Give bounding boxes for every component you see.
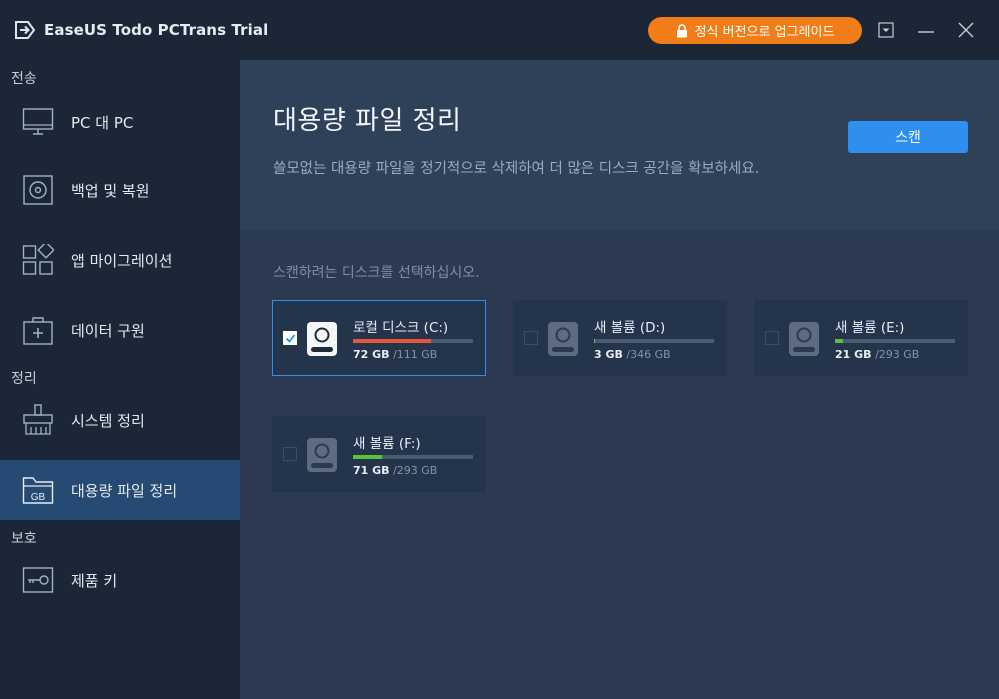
broom-icon <box>23 404 53 435</box>
disk-usage-fill <box>835 339 844 343</box>
disk-card-f[interactable]: 새 볼륨 (F:) 71 GB /293 GB <box>272 416 486 492</box>
hard-drive-icon <box>307 322 337 356</box>
apps-grid-icon <box>22 244 54 275</box>
first-aid-kit-icon <box>23 317 53 345</box>
disk-usage-bar <box>353 455 473 459</box>
disk-used: 21 GB <box>835 348 872 361</box>
sidebar-item-label: 백업 및 복원 <box>71 181 150 200</box>
disk-used: 71 GB <box>353 464 390 477</box>
svg-text:GB: GB <box>31 492 46 503</box>
scan-button[interactable]: 스캔 <box>848 121 968 153</box>
sidebar-item-label: 제품 키 <box>71 571 118 590</box>
sidebar-item-pc-to-pc[interactable]: PC 대 PC <box>0 92 240 152</box>
disk-usage-bar <box>594 339 714 343</box>
disk-usage-bar <box>835 339 955 343</box>
disk-card-d[interactable]: 새 볼륨 (D:) 3 GB /346 GB <box>513 300 727 376</box>
disk-name: 새 볼륨 (F:) <box>353 436 421 452</box>
page-description: 쓸모없는 대용량 파일을 정기적으로 삭제하여 더 많은 디스크 공간을 확보하… <box>273 161 760 177</box>
section-label-transfer: 전송 <box>11 71 37 87</box>
disk-size: 71 GB /293 GB <box>353 464 437 477</box>
hard-drive-icon <box>548 322 578 356</box>
section-label-cleanup: 정리 <box>11 371 37 387</box>
disk-checkbox[interactable] <box>524 331 538 345</box>
minimize-icon[interactable] <box>916 20 936 40</box>
upgrade-label: 정식 버전으로 업그레이드 <box>694 25 835 40</box>
disk-used: 3 GB <box>594 348 623 361</box>
upgrade-button[interactable]: 정식 버전으로 업그레이드 <box>648 17 862 44</box>
sidebar-item-label: 대용량 파일 정리 <box>71 481 178 500</box>
select-disk-prompt: 스캔하려는 디스크를 선택하십시오. <box>273 265 480 281</box>
hard-drive-icon <box>789 322 819 356</box>
hard-drive-icon <box>307 438 337 472</box>
disk-usage-fill <box>353 455 382 459</box>
app-title: EaseUS Todo PCTrans Trial <box>44 21 269 39</box>
section-label-protect: 보호 <box>11 531 37 547</box>
disk-checkbox[interactable] <box>765 331 779 345</box>
sidebar-item-label: 시스템 정리 <box>71 411 145 430</box>
disk-checkbox[interactable] <box>283 447 297 461</box>
disk-card-e[interactable]: 새 볼륨 (E:) 21 GB /293 GB <box>754 300 968 376</box>
disk-total: /293 GB <box>875 348 920 361</box>
disk-card-c[interactable]: 로컬 디스크 (C:) 72 GB /111 GB <box>272 300 486 376</box>
disk-total: /346 GB <box>626 348 671 361</box>
disk-name: 새 볼륨 (E:) <box>835 320 905 336</box>
lock-icon <box>676 23 687 37</box>
disk-checkbox[interactable] <box>283 331 297 345</box>
sidebar-item-backup-restore[interactable]: 백업 및 복원 <box>0 160 240 220</box>
key-icon <box>22 567 54 593</box>
disk-used: 72 GB <box>353 348 390 361</box>
sidebar-item-label: 앱 마이그레이션 <box>71 251 173 270</box>
page-title: 대용량 파일 정리 <box>273 106 462 136</box>
disk-total: /293 GB <box>393 464 438 477</box>
disk-size: 3 GB /346 GB <box>594 348 671 361</box>
sidebar-item-label: 데이터 구원 <box>71 321 145 340</box>
sidebar-item-product-key[interactable]: 제품 키 <box>0 550 240 610</box>
app-logo-icon <box>15 21 36 39</box>
sidebar-item-data-rescue[interactable]: 데이터 구원 <box>0 300 240 360</box>
disk-usage-bar <box>353 339 473 343</box>
sidebar-item-system-cleanup[interactable]: 시스템 정리 <box>0 390 240 450</box>
sidebar-item-large-file-cleanup[interactable]: GB 대용량 파일 정리 <box>0 460 240 520</box>
monitor-icon <box>22 108 54 135</box>
main-panel: 대용량 파일 정리 쓸모없는 대용량 파일을 정기적으로 삭제하여 더 많은 디… <box>240 60 999 699</box>
disk-name: 로컬 디스크 (C:) <box>353 320 449 336</box>
checkmark-icon <box>285 334 296 343</box>
disk-total: /111 GB <box>393 348 438 361</box>
disk-name: 새 볼륨 (D:) <box>594 320 666 336</box>
title-bar: EaseUS Todo PCTrans Trial 정식 버전으로 업그레이드 <box>0 0 999 60</box>
disk-size: 72 GB /111 GB <box>353 348 437 361</box>
sidebar: 전송 PC 대 PC 백업 및 복원 앱 마이그레이션 데이터 구원 정리 시스… <box>0 60 240 699</box>
page-header: 대용량 파일 정리 쓸모없는 대용량 파일을 정기적으로 삭제하여 더 많은 디… <box>240 60 999 230</box>
gb-folder-icon: GB <box>22 477 54 504</box>
disc-icon <box>23 175 53 205</box>
sidebar-item-label: PC 대 PC <box>71 113 134 132</box>
dropdown-menu-icon[interactable] <box>876 20 896 40</box>
sidebar-item-app-migration[interactable]: 앱 마이그레이션 <box>0 230 240 290</box>
close-icon[interactable] <box>956 20 976 40</box>
disk-usage-fill <box>594 339 596 343</box>
disk-size: 21 GB /293 GB <box>835 348 919 361</box>
disk-usage-fill <box>353 339 431 343</box>
